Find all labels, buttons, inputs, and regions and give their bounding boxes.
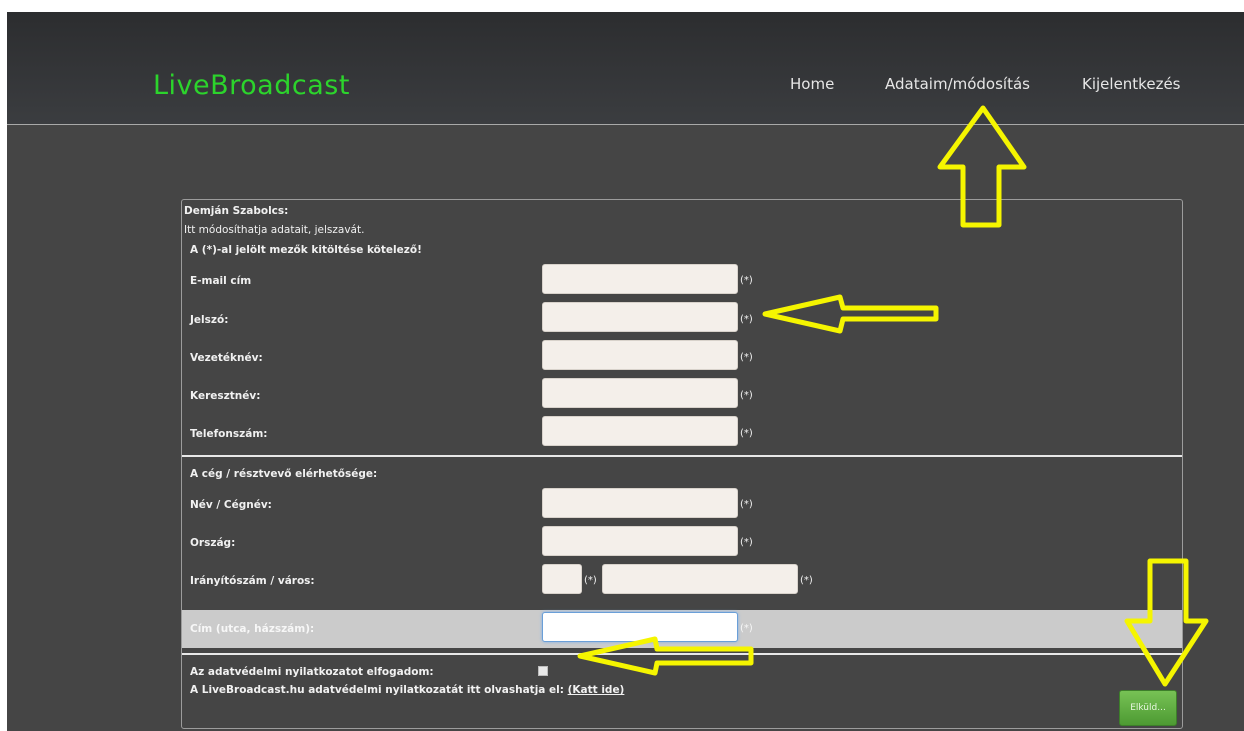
left-arrow-icon: [577, 636, 754, 676]
up-arrow-icon: [937, 105, 1027, 228]
annotation-overlay: [577, 105, 1209, 687]
left-arrow-icon: [762, 294, 939, 334]
down-arrow-icon: [1124, 558, 1209, 687]
